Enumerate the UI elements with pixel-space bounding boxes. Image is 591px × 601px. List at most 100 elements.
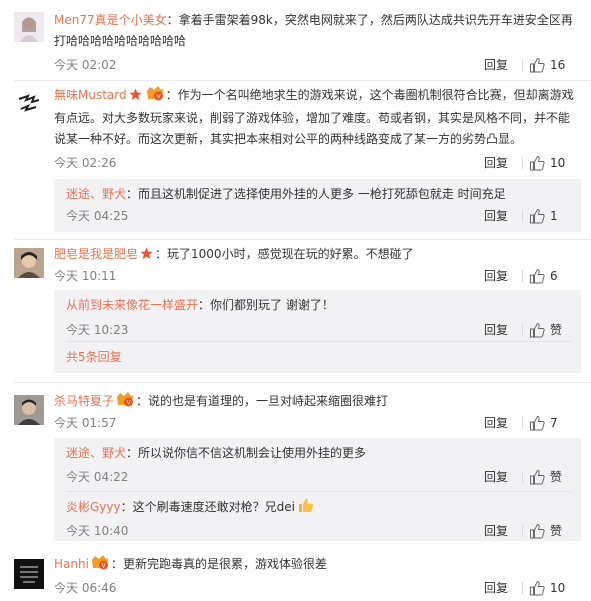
- comment-item: 杀马特夏子 V ：说的也是有道理的，一旦对峙起来缩圈很难打 今天 01:57 回复 …: [0, 383, 591, 543]
- divider: [522, 157, 523, 169]
- username-link[interactable]: Men77真是个小美女: [54, 13, 167, 27]
- reply-button[interactable]: 回复: [484, 522, 508, 540]
- vip-badge-icon: V: [116, 391, 134, 414]
- divider: [66, 341, 571, 342]
- like-thumb-icon: [530, 469, 545, 485]
- avatar[interactable]: [14, 248, 44, 278]
- comment-item: Men77真是个小美女：拿着手雷架着98k，突然电网就来了，然后两队达成共识先开…: [0, 0, 591, 81]
- divider: [522, 582, 523, 594]
- divider: [522, 270, 523, 282]
- like-count: 7: [550, 416, 558, 430]
- username-link[interactable]: 無味Mustard: [54, 88, 127, 102]
- comment-time: 今天 02:26: [54, 156, 117, 170]
- like-count: 10: [550, 581, 566, 595]
- username-link[interactable]: 从前到未来像花一样盛开: [66, 298, 198, 312]
- like-button[interactable]: 6: [529, 267, 581, 285]
- reply-box: 从前到未来像花一样盛开：你们都别玩了 谢谢了！ 今天 10:23 回复 赞 共5…: [54, 290, 581, 373]
- divider: [522, 324, 523, 336]
- like-thumb-icon: [530, 580, 545, 596]
- like-button[interactable]: 16: [529, 56, 581, 74]
- reply-text: 你们都别玩了 谢谢了！: [210, 298, 334, 312]
- reply-text-block: 迷途、野犬：所以说你信不信这机制会让使用外挂的更多: [66, 446, 367, 460]
- divider: [522, 417, 523, 429]
- comment-meta: 今天 02:26 回复 10: [54, 154, 581, 172]
- star-icon: [140, 246, 153, 267]
- comment-text-block: 肥皂是我是肥皂 ：玩了1000小时，感觉现在玩的好累。不想碰了: [54, 244, 581, 267]
- reply-time: 今天 10:40: [66, 524, 129, 538]
- username-link[interactable]: 迷途、野犬: [66, 187, 126, 201]
- username-link[interactable]: 杀马特夏子: [54, 394, 114, 408]
- reply-button[interactable]: 回复: [484, 56, 508, 74]
- reply-box: 迷途、野犬：而且这机制促进了选择使用外挂的人更多 一枪打死舔包就走 时间充足 今…: [54, 179, 581, 232]
- vip-badge-icon: V: [146, 85, 164, 108]
- comment-time: 今天 01:57: [54, 416, 117, 430]
- reply-text: 所以说你信不信这机制会让使用外挂的更多: [138, 446, 367, 460]
- like-button[interactable]: 10: [529, 154, 581, 172]
- comment-text: 更新完跑毒真的是很累，游戏体验很差: [122, 557, 327, 571]
- comment-text: 玩了1000小时，感觉现在玩的好累。不想碰了: [167, 247, 414, 261]
- reply-text-block: 从前到未来像花一样盛开：你们都别玩了 谢谢了！: [66, 298, 334, 312]
- like-button[interactable]: 赞: [529, 522, 571, 540]
- reply-meta: 今天 10:40 回复 赞: [66, 522, 571, 540]
- divider: [66, 491, 571, 492]
- username-link[interactable]: 炎彬Gyyy: [66, 500, 121, 514]
- comment-text-block: 杀马特夏子 V ：说的也是有道理的，一旦对峙起来缩圈很难打: [54, 391, 581, 414]
- reply-button[interactable]: 回复: [484, 267, 508, 285]
- comment-item: 無味Mustard V ：作为一个名叫绝地求生的游戏来说，这个毒圈机制很符合比赛，但…: [0, 81, 591, 241]
- divider: [522, 525, 523, 537]
- like-thumb-icon: [530, 322, 545, 338]
- reply-meta: 今天 04:22 回复 赞: [66, 468, 571, 486]
- comment-item: Hanhi V ：更新完跑毒真的是很累，游戏体验很差 今天 06:46 回复 10: [0, 545, 591, 601]
- reply-button[interactable]: 回复: [484, 579, 508, 597]
- divider: [522, 471, 523, 483]
- like-count: 赞: [550, 323, 563, 337]
- reply-text: 而且这机制促进了选择使用外挂的人更多 一枪打死舔包就走 时间充足: [138, 187, 506, 201]
- like-button[interactable]: 赞: [529, 468, 571, 486]
- like-thumb-icon: [530, 57, 545, 73]
- comment-time: 今天 10:11: [54, 269, 117, 283]
- avatar[interactable]: [14, 395, 44, 425]
- divider: [522, 59, 523, 71]
- divider: [522, 210, 523, 222]
- reply-meta: 今天 10:23 回复 赞: [66, 321, 571, 339]
- like-button[interactable]: 1: [529, 207, 571, 225]
- avatar[interactable]: [14, 12, 44, 42]
- vip-badge-icon: V: [91, 554, 109, 577]
- reply-text: 这个刷毒速度还敢对枪？兄dei: [132, 500, 295, 514]
- like-count: 16: [550, 58, 566, 72]
- like-button[interactable]: 赞: [529, 321, 571, 339]
- username-link[interactable]: Hanhi: [54, 557, 89, 571]
- username-link[interactable]: 肥皂是我是肥皂: [54, 247, 138, 261]
- like-count: 赞: [550, 470, 563, 484]
- reply-button[interactable]: 回复: [484, 468, 508, 486]
- reply-button[interactable]: 回复: [484, 154, 508, 172]
- like-button[interactable]: 10: [529, 579, 581, 597]
- reply-box: 迷途、野犬：所以说你信不信这机制会让使用外挂的更多 今天 04:22 回复 赞 …: [54, 438, 581, 541]
- reply-text-block: 炎彬Gyyy：这个刷毒速度还敢对枪？兄dei: [66, 497, 571, 520]
- thumbs-up-emoji-icon: [297, 497, 315, 520]
- reply-button[interactable]: 回复: [484, 207, 508, 225]
- star-icon: [129, 87, 142, 108]
- like-thumb-icon: [530, 155, 545, 171]
- reply-time: 今天 04:22: [66, 470, 129, 484]
- avatar[interactable]: [14, 87, 44, 117]
- avatar[interactable]: [14, 559, 44, 589]
- comment-meta: 今天 06:46 回复 10: [54, 579, 581, 597]
- username-link[interactable]: 迷途、野犬: [66, 446, 126, 460]
- like-thumb-icon: [530, 523, 545, 539]
- reply-meta: 今天 04:25 回复 1: [66, 207, 571, 225]
- like-count: 10: [550, 156, 566, 170]
- reply-time: 今天 10:23: [66, 323, 129, 337]
- comment-text-block: Hanhi V ：更新完跑毒真的是很累，游戏体验很差: [54, 554, 581, 577]
- like-thumb-icon: [530, 415, 545, 431]
- like-thumb-icon: [530, 208, 545, 224]
- more-replies-link[interactable]: 共5条回复: [66, 347, 122, 367]
- like-button[interactable]: 7: [529, 414, 581, 432]
- comment-meta: 今天 01:57 回复 7: [54, 414, 581, 432]
- comment-text-block: Men77真是个小美女：拿着手雷架着98k，突然电网就来了，然后两队达成共识先开…: [54, 13, 573, 48]
- comment-time: 今天 02:02: [54, 58, 117, 72]
- comment-meta: 今天 10:11 回复 6: [54, 267, 581, 285]
- reply-button[interactable]: 回复: [484, 414, 508, 432]
- comment-meta: 今天 02:02 回复 16: [54, 56, 581, 74]
- reply-button[interactable]: 回复: [484, 321, 508, 339]
